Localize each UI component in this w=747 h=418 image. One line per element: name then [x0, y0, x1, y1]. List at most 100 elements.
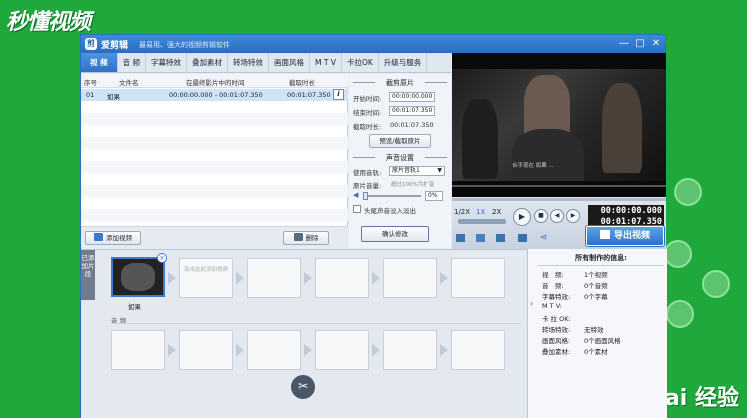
- prev-frame-button[interactable]: ◀: [550, 209, 564, 223]
- arrow-right-icon: [372, 272, 380, 284]
- empty-slot[interactable]: [247, 258, 301, 298]
- delete-button[interactable]: 删除: [283, 231, 329, 245]
- end-time-label: 结束时间:: [353, 109, 382, 117]
- arrow-right-icon: [236, 272, 244, 284]
- video-figure: [602, 83, 642, 173]
- preview-clip-button[interactable]: 预览/截取原片: [369, 134, 431, 148]
- info-icon[interactable]: i: [333, 89, 344, 100]
- add-clip-slot[interactable]: 双击此处添加视频: [179, 258, 233, 298]
- col-index: 序号: [84, 79, 97, 87]
- audio-slot[interactable]: [383, 330, 437, 370]
- minimize-button[interactable]: —: [617, 37, 631, 51]
- end-time-input[interactable]: 00:01:07.350: [389, 106, 435, 116]
- empty-row: [81, 137, 348, 149]
- video-subtitle: 合乎现在 如果 ...: [512, 163, 554, 169]
- start-time-input[interactable]: 00:00:00.000: [389, 92, 435, 102]
- save-icon[interactable]: [496, 234, 505, 242]
- current-time: 00:00:00.000: [600, 206, 662, 216]
- speed-double[interactable]: 2X: [492, 208, 501, 216]
- export-icon: [599, 230, 610, 239]
- duration-label: 截取时长:: [353, 123, 382, 131]
- empty-slot[interactable]: [315, 258, 369, 298]
- info-value: 0个字幕: [584, 293, 608, 301]
- next-frame-button[interactable]: ▶: [566, 209, 580, 223]
- maximize-button[interactable]: □: [633, 37, 647, 51]
- timeline-panel: 已添加片段 × 如果 双击此处添加视频 音 频 ✂: [81, 249, 527, 418]
- speed-slider[interactable]: [458, 219, 506, 224]
- tab-upgrade[interactable]: 升级与服务: [379, 53, 428, 72]
- info-row-subtitles: 字幕特效: 0个字幕: [542, 291, 608, 301]
- export-label: 导出视频: [613, 231, 650, 241]
- close-button[interactable]: ✕: [649, 37, 663, 51]
- play-button[interactable]: ▶: [513, 208, 531, 226]
- tab-transitions[interactable]: 转场特效: [228, 53, 270, 72]
- volume-hint: 超过100%为扩音: [391, 182, 435, 188]
- delete-label: 删除: [305, 234, 319, 242]
- tab-video[interactable]: 视 频: [81, 53, 118, 72]
- volume-slider-thumb[interactable]: [363, 192, 368, 200]
- tab-overlay[interactable]: 叠加素材: [187, 53, 229, 72]
- tab-subtitles[interactable]: 字幕特效: [146, 53, 188, 72]
- speed-normal[interactable]: 1X: [476, 208, 485, 216]
- empty-slot[interactable]: [383, 258, 437, 298]
- speed-half[interactable]: 1/2X: [454, 208, 470, 216]
- progress-track[interactable]: [452, 185, 666, 187]
- collapse-arrow-icon[interactable]: ›: [530, 299, 533, 308]
- empty-row: [81, 209, 348, 221]
- row-filename: 如果: [107, 93, 120, 101]
- folder-icon[interactable]: [476, 234, 485, 242]
- info-value: 1个视频: [584, 271, 608, 279]
- info-key: 视 频:: [542, 271, 564, 279]
- arrow-right-icon: [168, 272, 176, 284]
- arrow-right-icon: [304, 272, 312, 284]
- add-video-button[interactable]: 添加视频: [85, 231, 141, 245]
- audio-section-title: 声音设置: [353, 153, 447, 163]
- export-video-button[interactable]: 导出视频: [586, 226, 664, 246]
- share-icon[interactable]: ⋖: [540, 233, 548, 243]
- title-bar: 剪 爱剪辑 最易用、强大的视频剪辑软件 — □ ✕: [81, 35, 665, 53]
- decor-circle: [702, 270, 730, 298]
- arrow-right-icon: [372, 344, 380, 356]
- stop-button[interactable]: ■: [534, 209, 548, 223]
- project-info-panel: › 所有制作的信息: 视 频: 1个视频 音 频: 0个音频 字幕特效: 0个字幕 M…: [527, 249, 667, 418]
- confirm-button[interactable]: 确认修改: [361, 226, 429, 242]
- video-figure: [512, 129, 584, 181]
- added-clips-tab[interactable]: 已添加片段: [81, 250, 95, 300]
- arrow-right-icon: [168, 344, 176, 356]
- tab-mtv[interactable]: M T V: [310, 53, 342, 72]
- row-duration: 00:01:07.350: [287, 91, 331, 99]
- audio-slot[interactable]: [111, 330, 165, 370]
- timeline-clip-name: 如果: [128, 303, 141, 311]
- arrow-right-icon: [440, 272, 448, 284]
- timeline-clip[interactable]: ×: [111, 253, 167, 297]
- video-preview[interactable]: 合乎现在 如果 ...: [452, 53, 666, 197]
- tab-karaoke[interactable]: 卡拉OK: [342, 53, 379, 72]
- empty-slot[interactable]: [451, 258, 505, 298]
- add-clip-hint: 双击此处添加视频: [184, 267, 229, 273]
- info-key: 画面风格:: [542, 337, 571, 345]
- audio-slot[interactable]: [179, 330, 233, 370]
- volume-input[interactable]: 0%: [425, 191, 443, 201]
- remove-clip-icon[interactable]: ×: [157, 253, 167, 263]
- tab-audio[interactable]: 音 频: [118, 53, 147, 72]
- seek-bar[interactable]: [452, 198, 666, 201]
- start-time-label: 开始时间:: [353, 95, 382, 103]
- info-key: M T V:: [542, 302, 562, 310]
- volume-slider[interactable]: [363, 195, 421, 197]
- scissors-icon[interactable]: ✂: [291, 375, 315, 399]
- snapshot-icon[interactable]: [456, 234, 465, 242]
- fade-checkbox[interactable]: [353, 205, 361, 213]
- info-row-mtv: M T V:: [542, 302, 584, 310]
- info-row-style: 画面风格: 0个画面风格: [542, 335, 621, 345]
- audio-slot[interactable]: [247, 330, 301, 370]
- audio-slot[interactable]: [451, 330, 505, 370]
- info-key: 卡 拉 OK:: [542, 315, 571, 323]
- col-filename: 文件名: [119, 79, 139, 87]
- table-row[interactable]: 01 如果 00:00:00.000 - 00:01:07.350 00:01:…: [81, 89, 348, 101]
- tab-style[interactable]: 画面风格: [269, 53, 311, 72]
- trash-icon: [293, 233, 303, 241]
- audio-track-select[interactable]: 原片音轨1 ▼: [389, 166, 445, 176]
- info-title: 所有制作的信息:: [538, 253, 664, 266]
- floppy-icon[interactable]: [518, 234, 527, 242]
- audio-slot[interactable]: [315, 330, 369, 370]
